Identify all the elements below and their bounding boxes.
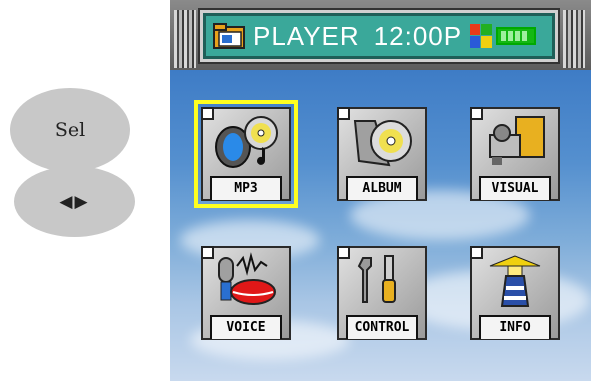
album-icon [349,113,415,171]
menu-item-mp3[interactable]: MP3 [194,100,298,208]
right-rail [563,10,585,68]
title-bar: PLAYER 12:00P [170,0,591,70]
windows-flag-icon [470,24,493,48]
battery-icon [496,27,537,45]
menu-item-visual[interactable]: VISUAL [466,103,564,205]
menu-item-label: VISUAL [479,176,551,200]
window-title: PLAYER [253,20,360,51]
menu-item-album[interactable]: ALBUM [333,103,431,205]
menu-item-control[interactable]: CONTROL [333,242,431,344]
select-button-label: Sel [54,119,86,141]
menu-item-label: ALBUM [346,176,418,200]
menu-item-info[interactable]: INFO [466,242,564,344]
menu-item-label: VOICE [210,315,282,339]
info-icon [482,252,548,310]
control-icon [349,252,415,310]
select-button[interactable]: Sel [10,88,130,172]
folder-icon [213,22,247,50]
device-screen: PLAYER 12:00P MP3 ALBUM VISUAL VOICE CON… [170,0,591,381]
menu-item-label: MP3 [210,176,282,200]
clock-time: 12:00P [373,20,463,51]
left-rail [174,10,196,68]
voice-icon [213,252,279,310]
visual-icon [482,113,548,171]
menu-item-voice[interactable]: VOICE [197,242,295,344]
menu-item-label: INFO [479,315,551,339]
navigate-arrows-icon: ◀▶ [59,191,90,212]
mp3-icon [213,113,279,171]
title-box: PLAYER 12:00P [200,10,558,62]
menu-item-label: CONTROL [346,315,418,339]
navigate-button[interactable]: ◀▶ [14,166,135,237]
